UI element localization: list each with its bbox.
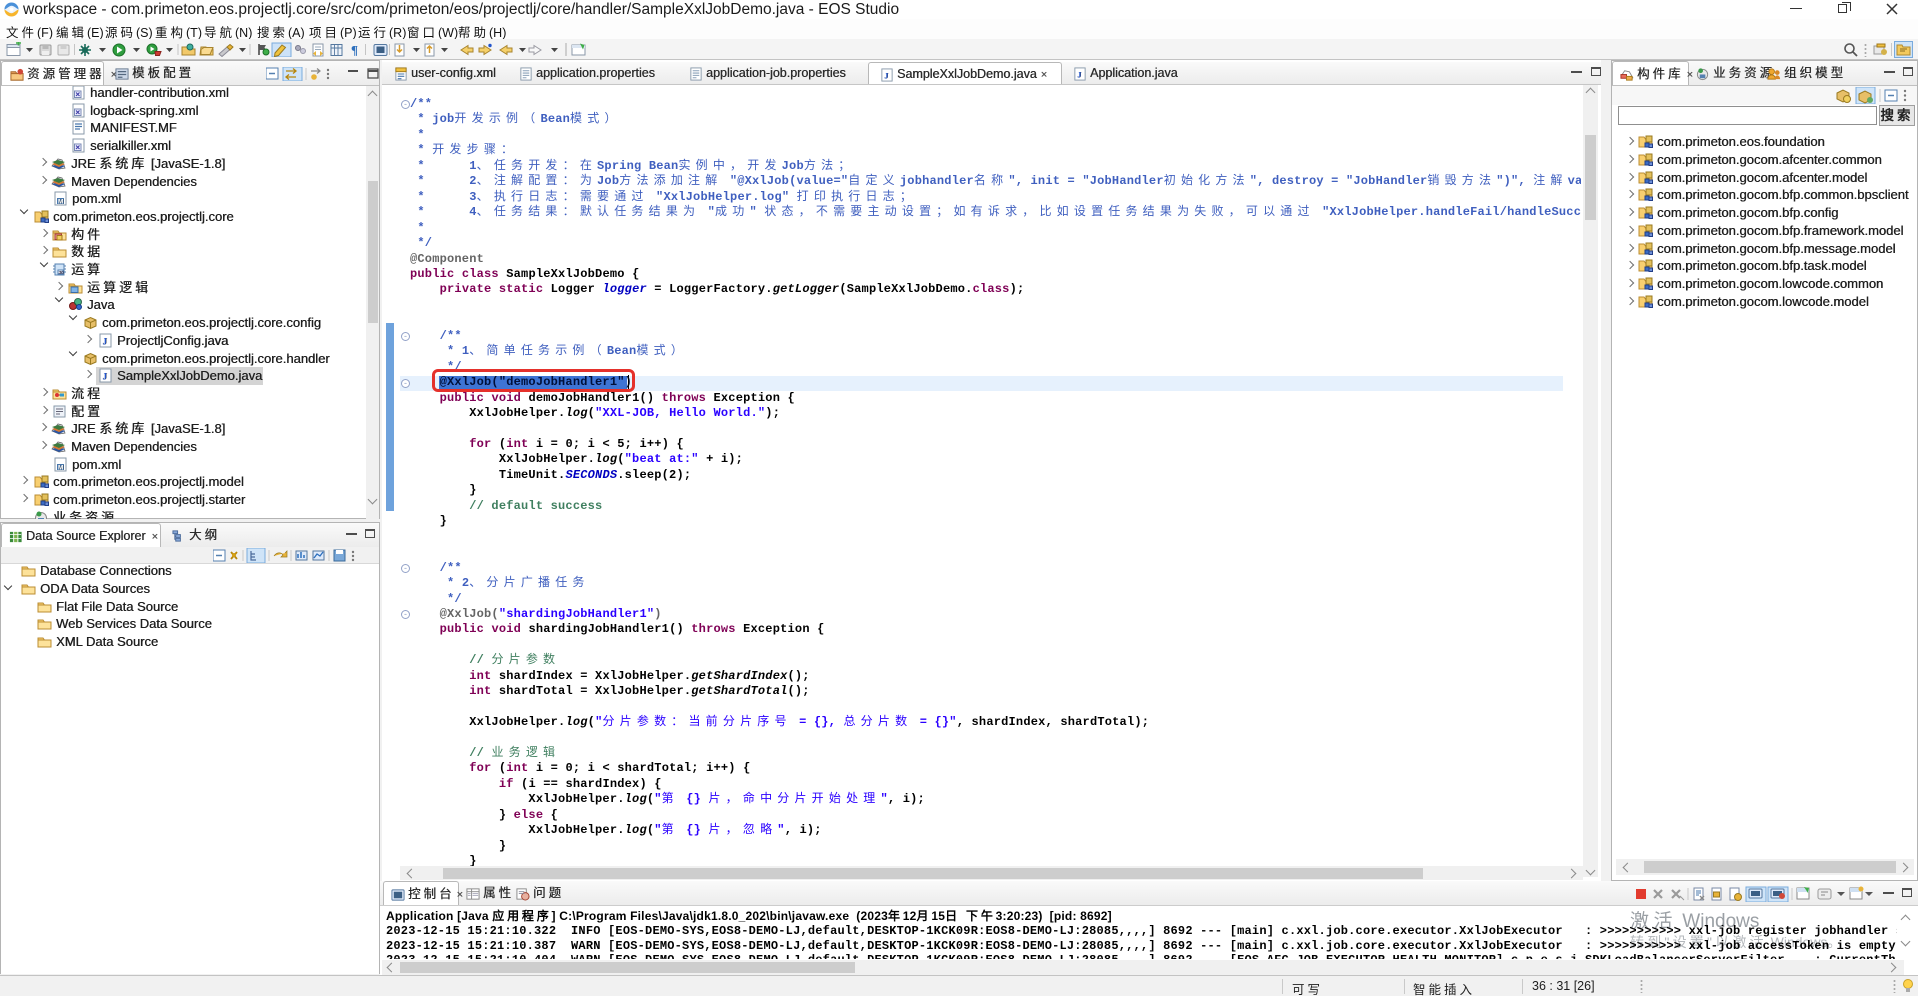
svg-text:¶: ¶ (351, 43, 358, 58)
